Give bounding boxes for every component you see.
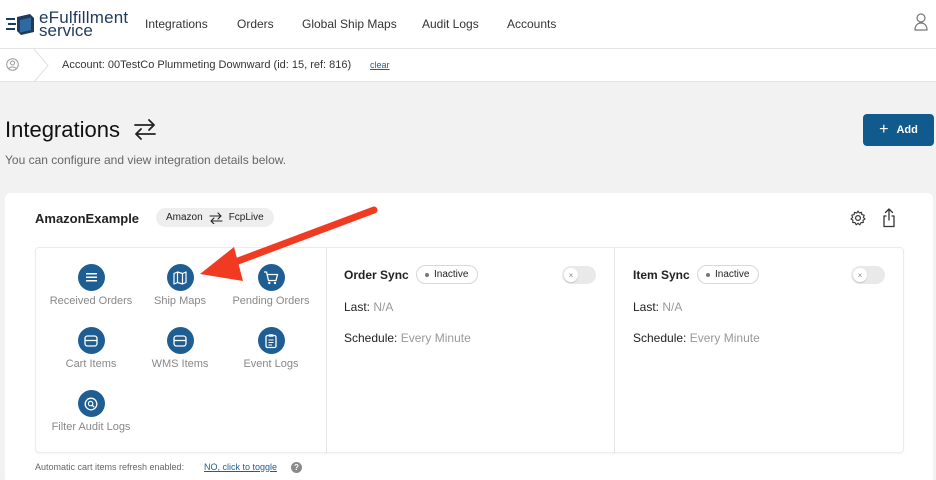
integration-name: AmazonExample: [35, 211, 140, 226]
top-navigation: eFulfillment service Integrations Orders…: [0, 0, 936, 49]
logo-text-line2: service: [39, 21, 93, 40]
item-sync-last: Last: N/A: [633, 300, 682, 314]
toggle-off-icon: ×: [853, 268, 867, 282]
clear-account-link[interactable]: clear: [370, 60, 390, 70]
efulfillment-logo[interactable]: eFulfillment service: [6, 8, 128, 40]
page-title: Integrations: [5, 117, 120, 142]
item-sync-status-badge: Inactive: [697, 265, 760, 284]
order-sync-title: Order Sync: [344, 268, 409, 282]
status-dot: [425, 272, 429, 277]
panel-divider: [326, 248, 327, 454]
integration-target: FcpLive: [228, 212, 264, 223]
integration-connection-badge: Amazon FcpLive: [156, 208, 274, 227]
nav-orders[interactable]: Orders: [237, 17, 274, 31]
nav-accounts[interactable]: Accounts: [507, 17, 556, 31]
user-profile-icon[interactable]: [914, 13, 928, 31]
tile-label: Event Logs: [243, 358, 299, 370]
breadcrumb-chevron-icon: [33, 49, 49, 82]
order-sync-last: Last: N/A: [344, 300, 393, 314]
box-icon: [166, 327, 194, 354]
add-integration-button[interactable]: + Add: [863, 114, 934, 146]
last-value: N/A: [662, 300, 683, 314]
tile-label: Filter Audit Logs: [51, 421, 131, 433]
last-value: N/A: [373, 300, 394, 314]
order-sync-status-badge: Inactive: [416, 265, 479, 284]
last-label: Last:: [633, 300, 660, 314]
map-icon: [166, 264, 194, 291]
auto-refresh-note: Automatic cart items refresh enabled:: [35, 462, 185, 472]
cart-icon: [257, 264, 285, 291]
swap-arrows-icon: [209, 211, 223, 224]
tile-label: Pending Orders: [232, 295, 310, 307]
filter-audit-logs-tile[interactable]: Filter Audit Logs: [36, 390, 146, 433]
nav-global-ship-maps[interactable]: Global Ship Maps: [302, 17, 397, 31]
item-sync-schedule: Schedule: Every Minute: [633, 331, 760, 345]
last-label: Last:: [344, 300, 371, 314]
page-subtitle: You can configure and view integration d…: [5, 153, 287, 167]
schedule-value: Every Minute: [400, 331, 471, 345]
export-share-icon[interactable]: [882, 208, 896, 228]
gear-icon[interactable]: [850, 210, 866, 226]
account-user-icon: [6, 58, 19, 71]
schedule-label: Schedule:: [344, 331, 398, 345]
nav-integrations[interactable]: Integrations: [145, 17, 208, 31]
order-sync-schedule: Schedule: Every Minute: [344, 331, 471, 345]
account-breadcrumb-bar: Account: 00TestCo Plummeting Downward (i…: [0, 49, 936, 82]
box-icon: [77, 327, 105, 354]
swap-arrows-icon: [134, 119, 156, 140]
clipboard-icon: [257, 327, 285, 354]
item-sync-title: Item Sync: [633, 268, 690, 282]
integration-details-panel: Received Orders Ship Maps Pending Orders…: [35, 247, 904, 454]
nav-audit-logs[interactable]: Audit Logs: [422, 17, 479, 31]
search-icon: [77, 390, 105, 417]
pending-orders-tile[interactable]: Pending Orders: [216, 264, 326, 307]
event-logs-tile[interactable]: Event Logs: [216, 327, 326, 370]
item-sync-toggle[interactable]: ×: [851, 266, 885, 284]
account-label: Account: 00TestCo Plummeting Downward (i…: [62, 59, 352, 71]
order-sync-status: Inactive: [434, 269, 469, 280]
schedule-value: Every Minute: [689, 331, 760, 345]
toggle-off-icon: ×: [564, 268, 578, 282]
status-dot: [706, 272, 710, 277]
list-icon: [77, 264, 105, 291]
toggle-auto-refresh-link[interactable]: NO, click to toggle: [204, 462, 277, 472]
order-sync-toggle[interactable]: ×: [562, 266, 596, 284]
add-button-label: Add: [896, 124, 918, 136]
logo-speed-icon: [6, 14, 34, 35]
panel-divider: [614, 248, 615, 454]
item-sync-status: Inactive: [715, 269, 750, 280]
integration-source: Amazon: [166, 212, 203, 223]
plus-icon: +: [879, 121, 889, 138]
integration-card: AmazonExample Amazon FcpLive Received Or…: [5, 193, 933, 480]
help-icon[interactable]: ?: [291, 462, 302, 473]
schedule-label: Schedule:: [633, 331, 687, 345]
